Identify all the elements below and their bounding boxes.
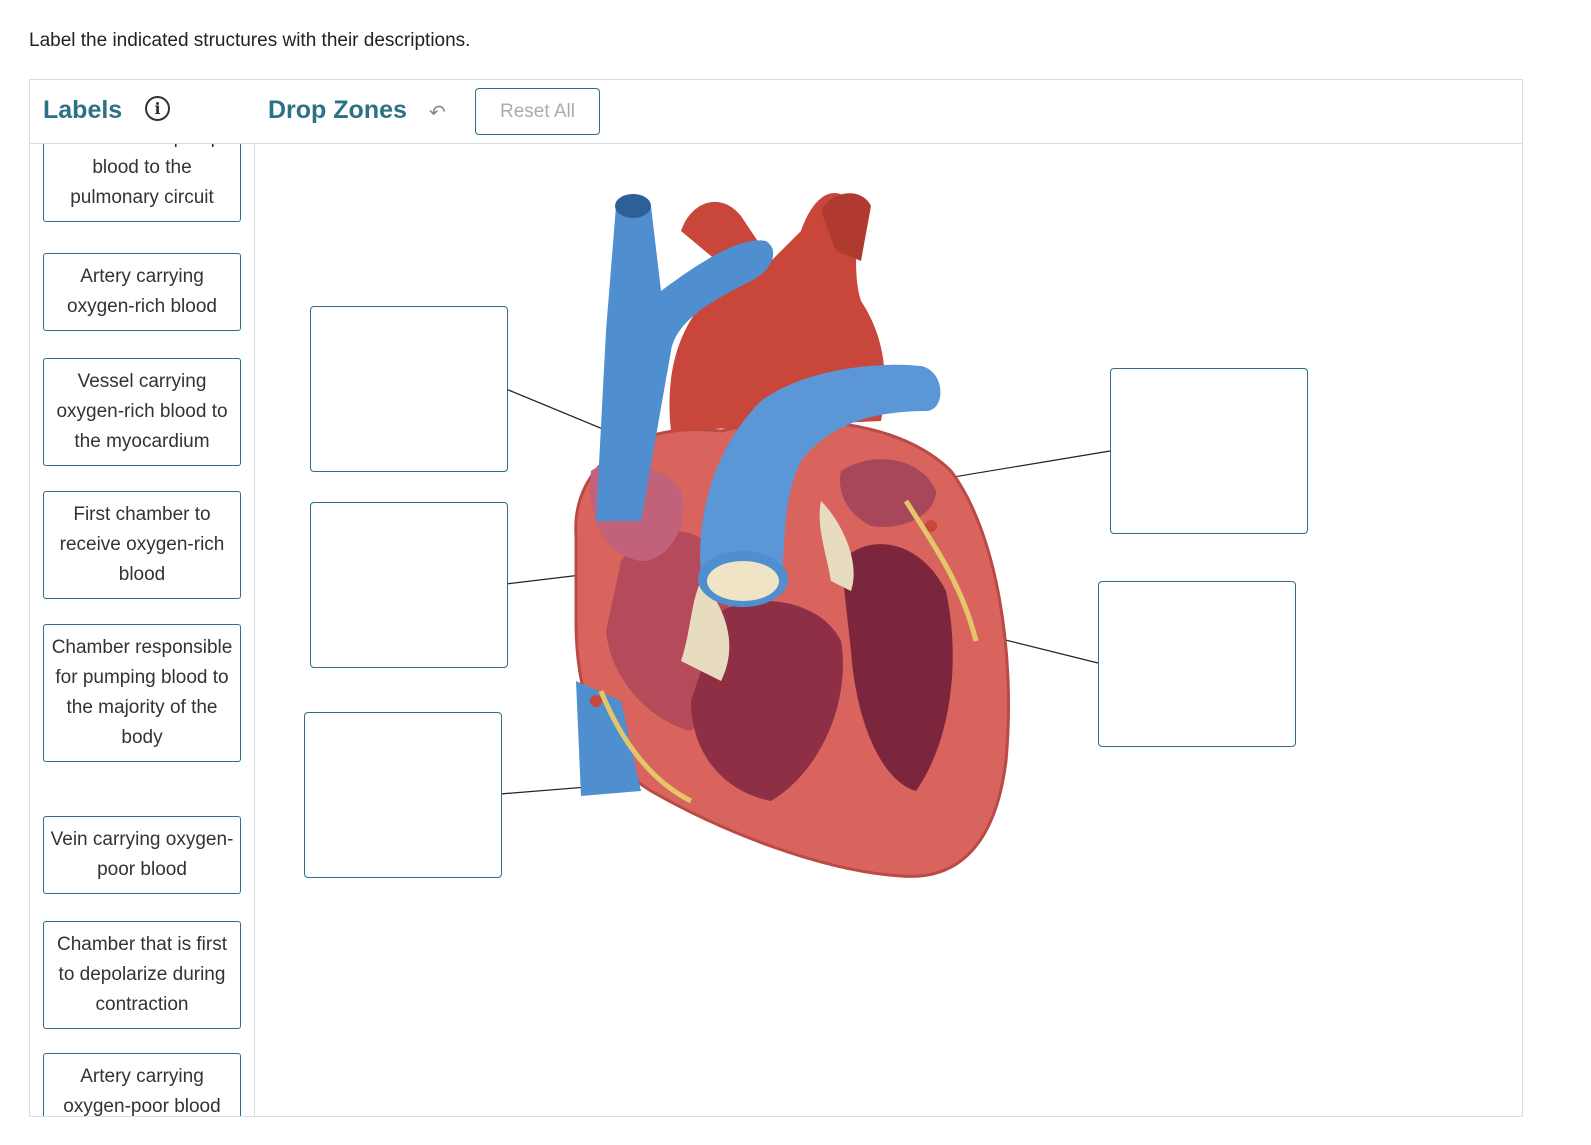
instruction-text: Label the indicated structures with thei…	[29, 30, 471, 51]
drop-zone-4[interactable]	[1110, 368, 1308, 534]
heart-diagram	[499, 192, 1111, 878]
drop-zone-5[interactable]	[1098, 581, 1296, 747]
info-icon[interactable]: i	[145, 96, 170, 121]
drop-zone-1[interactable]	[310, 306, 508, 472]
labels-header: Labels i	[30, 80, 255, 144]
label-activity: Labels i Chamber that pumps blood to the…	[29, 79, 1523, 1117]
drop-zone-3[interactable]	[304, 712, 502, 878]
drop-zone-2[interactable]	[310, 502, 508, 668]
labels-title: Labels	[43, 96, 123, 124]
